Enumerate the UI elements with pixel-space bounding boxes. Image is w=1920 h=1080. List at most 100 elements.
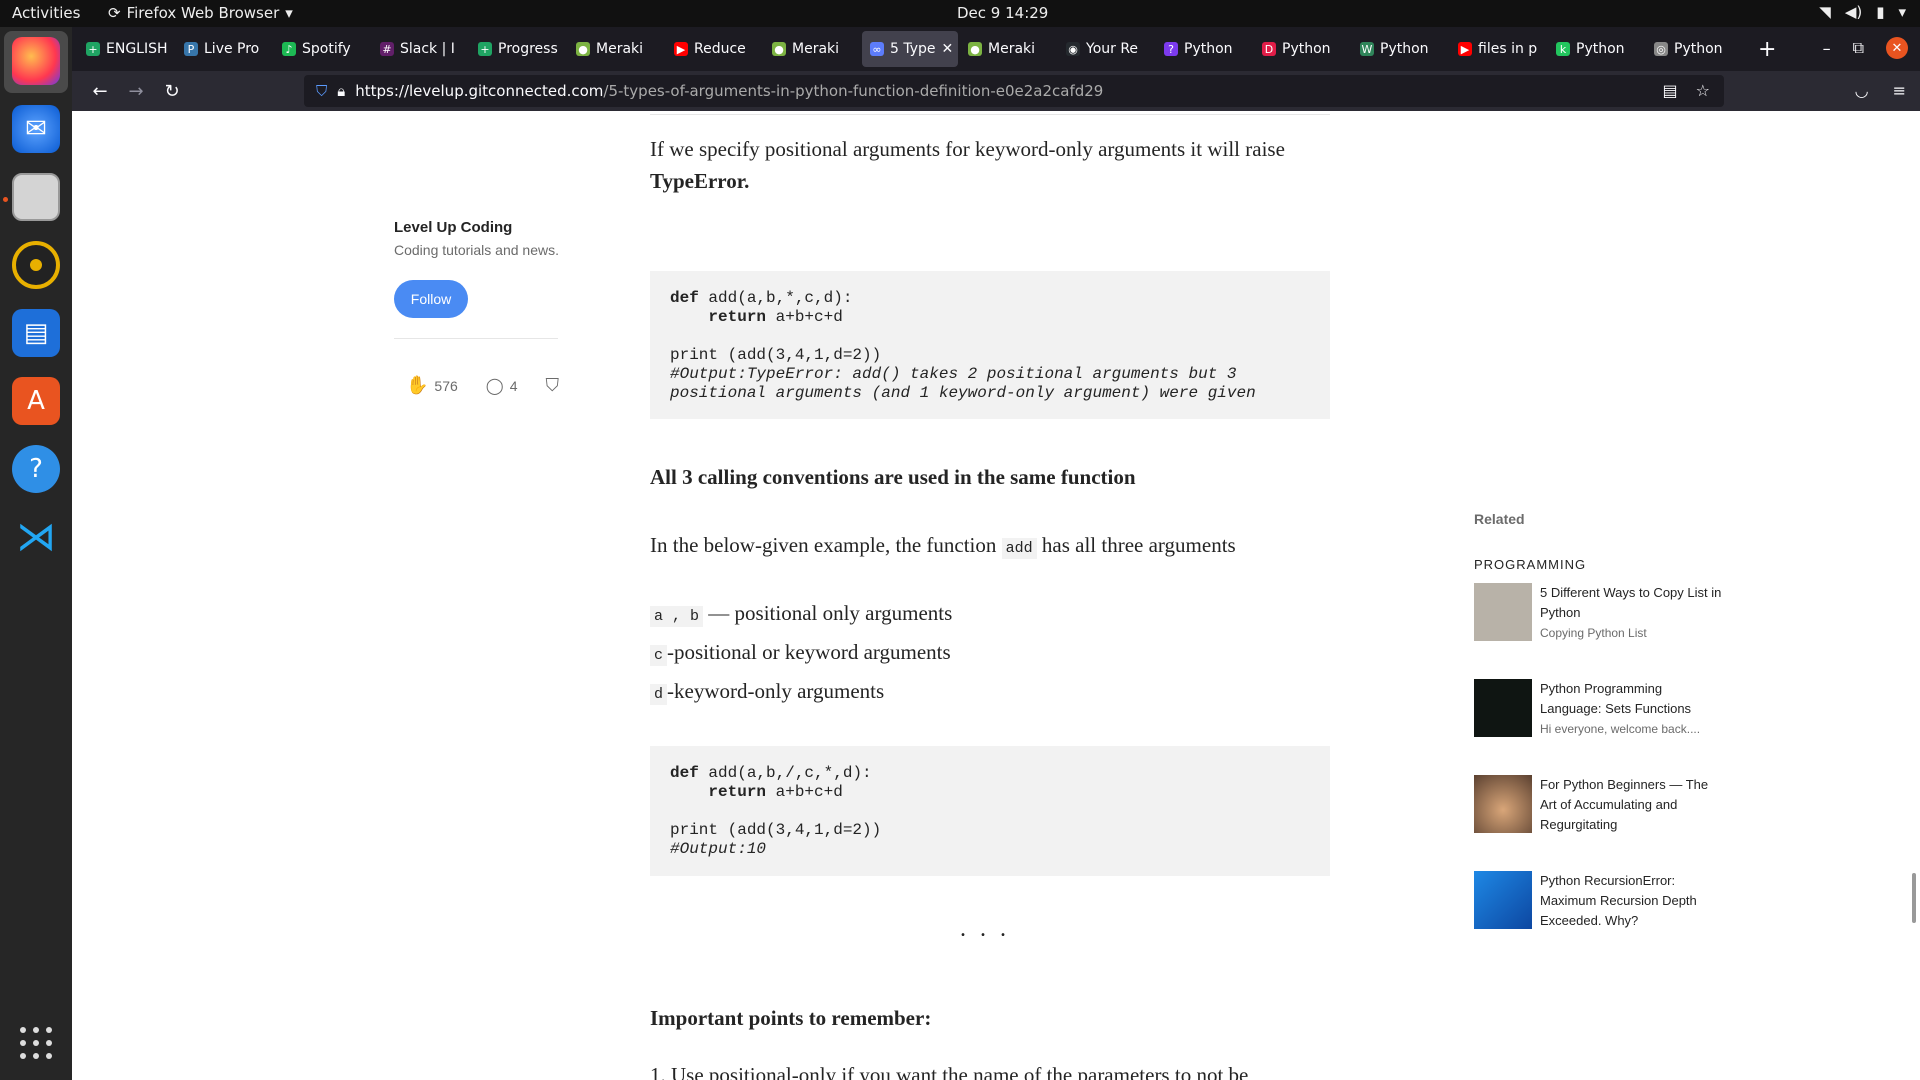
bookmark-button[interactable]: ⛉ (545, 375, 559, 396)
new-tab-button[interactable]: + (1758, 37, 1776, 62)
browser-tab[interactable]: ◎ Python (1646, 31, 1742, 67)
related-text: 5 Different Ways to Copy List in Python … (1540, 583, 1724, 643)
close-window-button[interactable]: ✕ (1886, 37, 1908, 59)
paragraph: In the below-given example, the function… (650, 529, 1330, 565)
minimize-button[interactable]: – (1823, 39, 1831, 58)
clap-count: 576 (434, 377, 458, 394)
tab-label: files in p (1478, 41, 1538, 57)
tab-label: Python (1576, 41, 1625, 57)
tab-favicon-icon: ▶ (1458, 42, 1472, 56)
app-menu[interactable]: ⟳ Firefox Web Browser ▾ (108, 4, 293, 22)
comment-icon: ◯ (485, 377, 504, 395)
browser-tab[interactable]: ● Meraki (764, 31, 860, 67)
tab-favicon-icon: ◎ (1654, 42, 1668, 56)
tab-favicon-icon: ● (968, 42, 982, 56)
browser-tab[interactable]: ▶ Reduce (666, 31, 762, 67)
related-article[interactable]: Python RecursionError: Maximum Recursion… (1474, 871, 1724, 933)
rhythmbox-icon[interactable] (12, 241, 60, 289)
related-article[interactable]: Python Programming Language: Sets Functi… (1474, 679, 1724, 741)
browser-tab[interactable]: ? Python (1156, 31, 1252, 67)
code-block: def add(a,b,*,c,d): return a+b+c+d print… (650, 271, 1330, 419)
related-thumbnail[interactable] (1474, 871, 1532, 929)
tab-label: ENGLISH (106, 41, 168, 57)
tab-favicon-icon: + (86, 42, 100, 56)
clap-icon: ✋ (406, 375, 429, 395)
browser-tab[interactable]: + ENGLISH (78, 31, 174, 67)
tab-label: Python (1282, 41, 1331, 57)
thunderbird-icon[interactable]: ✉ (12, 105, 60, 153)
writer-icon[interactable]: ▤ (12, 309, 60, 357)
related-title[interactable]: Python Programming Language: Sets Functi… (1540, 679, 1724, 719)
system-tray[interactable]: ◥ ◀) ▮ ▾ (1819, 3, 1906, 21)
related-subtitle: Copying Python List (1540, 626, 1647, 640)
wifi-icon: ◥ (1819, 3, 1831, 21)
publication-name[interactable]: Level Up Coding (394, 219, 512, 236)
related-article[interactable]: For Python Beginners — The Art of Accumu… (1474, 775, 1724, 837)
restore-button[interactable]: ⧉ (1853, 38, 1864, 58)
section-separator: ... (960, 916, 1020, 942)
tab-strip: + ENGLISH P Live Pro ♪ Spotify # Slack | I + Prog… (72, 27, 1920, 71)
clock[interactable]: Dec 9 14:29 (957, 4, 1048, 22)
page-scrollbar[interactable] (1912, 873, 1916, 923)
code-comment: #Output:10 (670, 840, 767, 858)
comments-button[interactable]: ◯ 4 (486, 376, 518, 396)
tab-label: Slack | I (400, 41, 455, 57)
browser-tab[interactable]: P Live Pro (176, 31, 272, 67)
related-title[interactable]: Python RecursionError: Maximum Recursion… (1540, 871, 1724, 931)
list-item-text: -keyword-only arguments (667, 679, 885, 703)
browser-tab[interactable]: ♪ Spotify (274, 31, 370, 67)
close-tab-icon[interactable]: ✕ (942, 41, 954, 57)
browser-tab[interactable]: ∞ 5 Type ✕ (862, 31, 958, 67)
system-top-bar: Activities ⟳ Firefox Web Browser ▾ Dec 9… (0, 0, 1920, 27)
files-icon[interactable] (12, 173, 60, 221)
related-category[interactable]: PROGRAMMING (1474, 557, 1586, 572)
tab-label: Meraki (596, 41, 644, 57)
tab-favicon-icon: # (380, 42, 394, 56)
back-button[interactable]: ← (82, 81, 118, 102)
tab-favicon-icon: ? (1164, 42, 1178, 56)
related-thumbnail[interactable] (1474, 679, 1532, 737)
browser-tab[interactable]: W Python (1352, 31, 1448, 67)
show-apps-icon[interactable] (20, 1027, 52, 1059)
help-icon[interactable]: ? (12, 445, 60, 493)
browser-tab[interactable]: ● Meraki (568, 31, 664, 67)
related-thumbnail[interactable] (1474, 775, 1532, 833)
related-thumbnail[interactable] (1474, 583, 1532, 641)
related-title[interactable]: 5 Different Ways to Copy List in Python (1540, 583, 1724, 623)
browser-tab[interactable]: k Python (1548, 31, 1644, 67)
forward-button[interactable]: → (118, 81, 154, 102)
url-bar[interactable]: ⛉ 🔒︎ https://levelup.gitconnected.com/5-… (304, 75, 1724, 107)
clap-button[interactable]: ✋ 576 (406, 375, 458, 396)
browser-tab[interactable]: D Python (1254, 31, 1350, 67)
tab-favicon-icon: ♪ (282, 42, 296, 56)
browser-tab[interactable]: # Slack | I (372, 31, 468, 67)
pocket-icon[interactable]: ◡ (1855, 81, 1869, 100)
menu-icon[interactable]: ≡ (1893, 81, 1906, 100)
tab-label: Live Pro (204, 41, 260, 57)
related-article[interactable]: 5 Different Ways to Copy List in Python … (1474, 583, 1724, 645)
activities-button[interactable]: Activities (12, 4, 80, 22)
code-comment: positional arguments (and 1 keyword-only… (670, 384, 1256, 402)
tab-label: Meraki (792, 41, 840, 57)
browser-tab[interactable]: ▶ files in p (1450, 31, 1546, 67)
browser-tab[interactable]: ◉ Your Re (1058, 31, 1154, 67)
tab-label: Python (1674, 41, 1723, 57)
firefox-icon[interactable] (12, 37, 60, 85)
divider (650, 114, 1330, 115)
browser-tab[interactable]: ● Meraki (960, 31, 1056, 67)
browser-tab[interactable]: + Progress (470, 31, 566, 67)
reader-view-icon[interactable]: ▤ (1663, 81, 1678, 100)
shield-icon[interactable]: ⛉ (316, 82, 327, 100)
tab-favicon-icon: ● (576, 42, 590, 56)
related-title[interactable]: For Python Beginners — The Art of Accumu… (1540, 775, 1724, 835)
vscode-icon[interactable]: ⋊ (12, 513, 60, 561)
code-line: print (add(3,4,1,d=2)) (670, 821, 882, 839)
software-center-icon[interactable]: A (12, 377, 60, 425)
reload-button[interactable]: ↻ (154, 81, 190, 102)
lock-icon[interactable]: 🔒︎ (337, 82, 345, 100)
bookmark-add-icon: ⛉ (545, 375, 559, 395)
code-keyword: return (670, 783, 767, 801)
bookmark-star-icon[interactable]: ☆ (1696, 81, 1710, 100)
follow-button[interactable]: Follow (394, 280, 468, 318)
paragraph-text: In the below-given example, the function (650, 533, 997, 557)
